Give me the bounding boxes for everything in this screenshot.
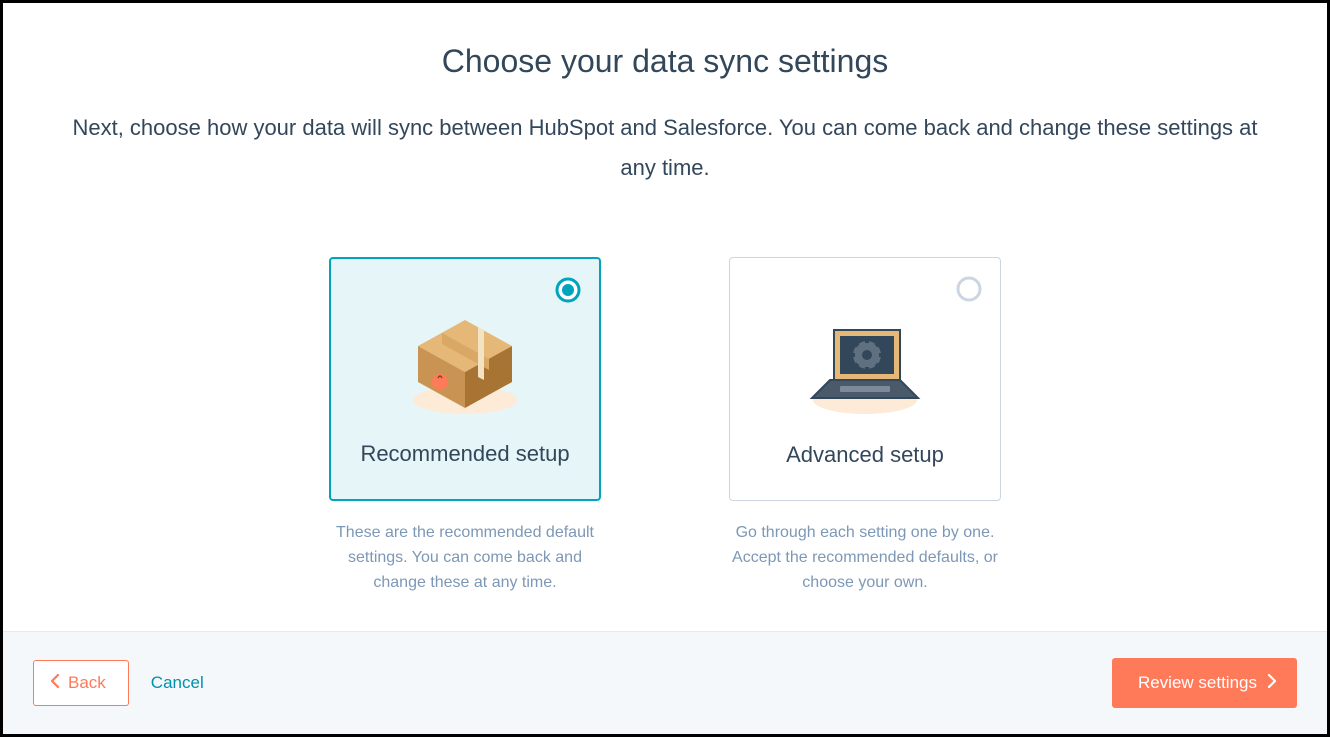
option-advanced: Advanced setup Go through each setting o… <box>729 257 1001 595</box>
chevron-left-icon <box>50 673 60 693</box>
laptop-gear-icon <box>748 278 982 442</box>
option-desc-advanced: Go through each setting one by one. Acce… <box>729 521 1001 595</box>
option-title-recommended: Recommended setup <box>360 441 569 467</box>
back-button-label: Back <box>68 673 106 693</box>
options-row: Recommended setup These are the recommen… <box>63 257 1267 595</box>
page-title: Choose your data sync settings <box>63 43 1267 80</box>
footer-left: Back Cancel <box>33 660 204 706</box>
option-card-recommended[interactable]: Recommended setup <box>329 257 601 501</box>
cancel-link[interactable]: Cancel <box>151 673 204 693</box>
footer-bar: Back Cancel Review settings <box>3 631 1327 734</box>
option-recommended: Recommended setup These are the recommen… <box>329 257 601 595</box>
radio-unselected-icon <box>956 276 982 302</box>
option-card-advanced[interactable]: Advanced setup <box>729 257 1001 501</box>
option-title-advanced: Advanced setup <box>786 442 944 468</box>
radio-selected-icon <box>555 277 581 303</box>
review-button-label: Review settings <box>1138 673 1257 693</box>
page-subtitle: Next, choose how your data will sync bet… <box>65 108 1265 187</box>
back-button[interactable]: Back <box>33 660 129 706</box>
main-content: Choose your data sync settings Next, cho… <box>3 3 1327 631</box>
review-settings-button[interactable]: Review settings <box>1112 658 1297 708</box>
box-icon <box>349 279 581 441</box>
chevron-right-icon <box>1267 673 1277 693</box>
option-desc-recommended: These are the recommended default settin… <box>329 521 601 595</box>
